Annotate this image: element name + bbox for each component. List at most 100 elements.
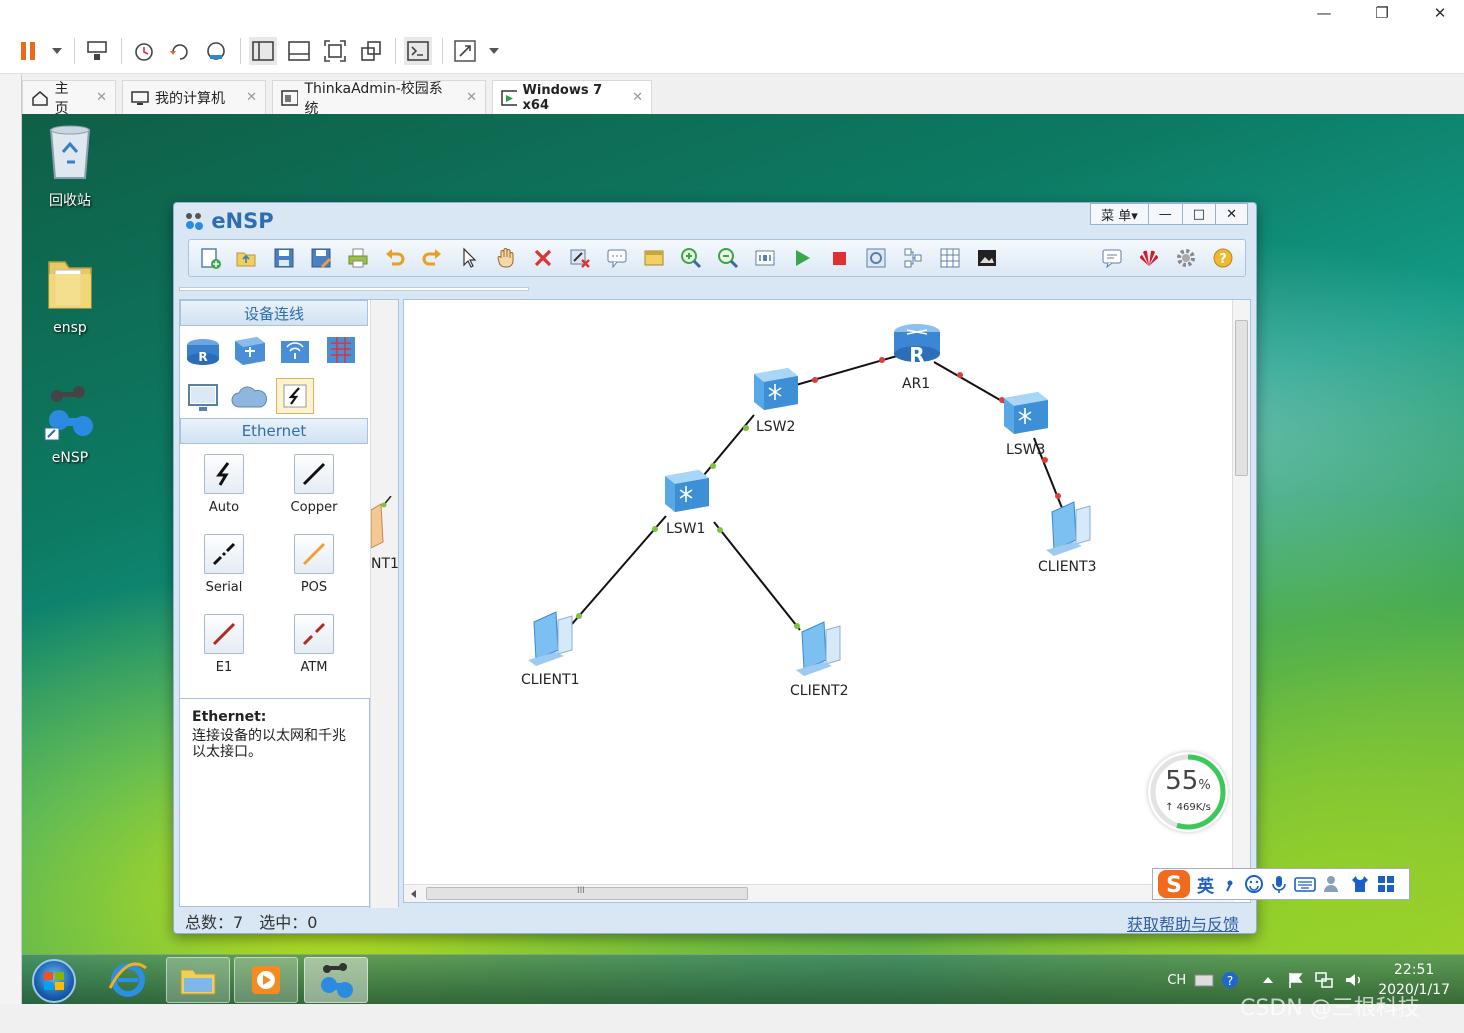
start-button[interactable] <box>32 959 76 1003</box>
firewall-category-icon[interactable] <box>322 332 360 368</box>
unity-icon[interactable] <box>357 37 385 65</box>
vertical-scroll-thumb[interactable] <box>1235 320 1248 476</box>
desktop-icon-recycle-bin[interactable]: 回收站 <box>30 122 110 210</box>
cloud-category-icon[interactable] <box>230 380 268 416</box>
forum-icon[interactable] <box>1097 243 1127 273</box>
ensp-close-button[interactable]: ✕ <box>1215 204 1247 224</box>
snapshot-icon[interactable] <box>130 37 158 65</box>
link-serial[interactable]: Serial <box>194 534 254 595</box>
zoom-in-icon[interactable] <box>676 243 706 273</box>
switch-lsw1-icon[interactable] <box>665 470 709 512</box>
sogou-logo-icon[interactable]: S <box>1157 869 1191 899</box>
link-lsw1-client2[interactable] <box>713 521 801 631</box>
action-center-flag-icon[interactable] <box>1286 971 1304 989</box>
settings-gear-icon[interactable] <box>1171 243 1201 273</box>
redo-icon[interactable] <box>417 243 447 273</box>
router-ar1-icon[interactable]: R <box>894 324 940 367</box>
stretch-dropdown-icon[interactable] <box>487 37 501 65</box>
ime-mode[interactable]: 英 <box>1197 872 1214 897</box>
thumbnail-view-icon[interactable] <box>285 37 313 65</box>
delete-link-icon[interactable] <box>565 243 595 273</box>
switch-lsw3-icon[interactable] <box>1004 392 1048 434</box>
network-icon[interactable] <box>1314 971 1334 989</box>
snapshot-manager-icon[interactable] <box>202 37 230 65</box>
new-topology-icon[interactable] <box>195 243 225 273</box>
taskbar-ensp-button[interactable] <box>304 957 368 1003</box>
microphone-icon[interactable] <box>1270 874 1288 894</box>
send-keys-icon[interactable] <box>83 37 111 65</box>
screenshot-icon[interactable] <box>972 243 1002 273</box>
tab-my-computer[interactable]: 我的计算机 ✕ <box>122 80 266 114</box>
save-icon[interactable] <box>269 243 299 273</box>
horizontal-scroll-thumb[interactable]: III <box>426 886 748 900</box>
link-category-icon[interactable] <box>276 378 314 414</box>
taskbar-explorer-button[interactable] <box>166 957 230 1003</box>
taskbar-media-player-button[interactable] <box>234 957 298 1003</box>
desktop-icon-ensp-app[interactable]: eNSP <box>30 382 110 466</box>
user-icon[interactable] <box>1322 874 1344 894</box>
palette-icon[interactable] <box>639 243 669 273</box>
scroll-left-arrow-icon[interactable] <box>408 886 420 902</box>
help-icon[interactable]: ? <box>1208 243 1238 273</box>
network-speed-widget[interactable]: 55% ↑ 469K/s <box>1148 752 1228 832</box>
terminal-category-icon[interactable] <box>184 380 222 416</box>
host-minimize-button[interactable]: — <box>1304 2 1344 24</box>
tray-language[interactable]: CH <box>1167 973 1186 988</box>
save-as-icon[interactable] <box>306 243 336 273</box>
select-pointer-icon[interactable] <box>454 243 484 273</box>
huawei-logo-icon[interactable] <box>1134 243 1164 273</box>
print-icon[interactable] <box>343 243 373 273</box>
tab-close-icon[interactable]: ✕ <box>82 90 107 105</box>
tab-home[interactable]: 主页 ✕ <box>22 80 116 117</box>
ensp-minimize-button[interactable]: — <box>1147 204 1182 224</box>
client3-pc-icon[interactable] <box>1046 501 1091 556</box>
tray-help-icon[interactable]: ? <box>1220 970 1240 990</box>
capture-icon[interactable] <box>861 243 891 273</box>
help-feedback-link[interactable]: 获取帮助与反馈 <box>1127 911 1239 935</box>
fit-view-icon[interactable] <box>750 243 780 273</box>
ensp-maximize-button[interactable]: □ <box>1181 204 1215 224</box>
link-lsw1-client1[interactable] <box>571 515 667 625</box>
delete-icon[interactable] <box>528 243 558 273</box>
pause-dropdown-icon[interactable] <box>50 37 64 65</box>
pause-icon[interactable] <box>14 37 42 65</box>
wireless-category-icon[interactable] <box>276 332 314 368</box>
link-pos[interactable]: POS <box>284 534 344 595</box>
topology-icon[interactable] <box>898 243 928 273</box>
zoom-out-icon[interactable] <box>713 243 743 273</box>
start-devices-icon[interactable] <box>787 243 817 273</box>
skin-shirt-icon[interactable] <box>1350 874 1370 894</box>
topology-canvas[interactable]: R AR1 LSW2 LSW3 LSW1 CLIENT1 CLIENT2 CLI… <box>403 299 1251 903</box>
revert-snapshot-icon[interactable] <box>166 37 194 65</box>
link-copper[interactable]: Copper <box>284 454 344 515</box>
library-view-icon[interactable] <box>249 36 277 65</box>
tray-expand-icon[interactable] <box>1260 972 1276 988</box>
tab-thinkadmin[interactable]: ThinkaAdmin-校园系统 ✕ <box>272 80 486 117</box>
link-e1[interactable]: E1 <box>194 614 254 675</box>
stretch-icon[interactable] <box>451 37 479 65</box>
pan-hand-icon[interactable] <box>491 243 521 273</box>
switch-lsw2-icon[interactable] <box>754 368 798 410</box>
link-auto[interactable]: Auto <box>194 454 254 515</box>
toolbox-grid-icon[interactable] <box>1376 874 1396 894</box>
stop-devices-icon[interactable] <box>824 243 854 273</box>
desktop-icon-ensp-folder[interactable]: ensp <box>30 252 110 336</box>
host-restore-button[interactable]: ❐ <box>1362 2 1402 24</box>
client2-pc-icon[interactable] <box>796 621 841 676</box>
client1-pc-icon[interactable] <box>528 611 573 666</box>
keyboard-icon[interactable] <box>1294 875 1316 893</box>
open-topology-icon[interactable] <box>232 243 262 273</box>
console-icon[interactable] <box>404 36 432 65</box>
emoji-icon[interactable] <box>1244 874 1264 894</box>
tab-close-icon[interactable]: ✕ <box>452 90 477 105</box>
canvas-vertical-scrollbar[interactable] <box>1232 300 1250 886</box>
tab-close-icon[interactable]: ✕ <box>618 90 643 105</box>
router-category-icon[interactable]: R <box>184 332 222 368</box>
canvas-horizontal-scrollbar[interactable]: III <box>404 884 1234 902</box>
switch-category-icon[interactable] <box>230 332 268 368</box>
punctuation-icon[interactable] <box>1222 874 1238 894</box>
link-atm[interactable]: ATM <box>284 614 344 675</box>
grid-icon[interactable] <box>935 243 965 273</box>
tray-keyboard-icon[interactable] <box>1194 972 1214 988</box>
fullscreen-icon[interactable] <box>321 37 349 65</box>
